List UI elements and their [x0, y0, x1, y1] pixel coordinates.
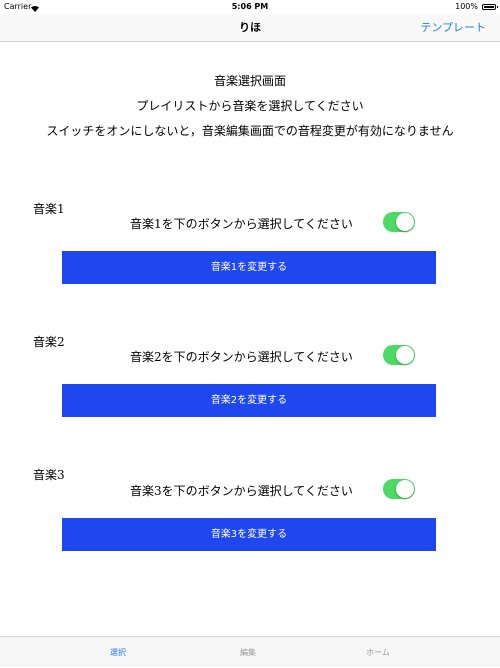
battery-percentage: 100%	[455, 2, 478, 11]
navigation-bar: りほ テンプレート	[0, 14, 500, 42]
music-1-label: 音楽1	[33, 202, 65, 216]
switch-knob	[396, 346, 414, 364]
switch-knob	[396, 480, 414, 498]
music-2-label: 音楽2	[33, 335, 65, 349]
music-3-label: 音楽3	[33, 468, 65, 482]
music-2-switch[interactable]	[383, 345, 415, 365]
switch-knob	[396, 213, 414, 231]
tab-bar: 選択 編集 ホーム	[0, 636, 500, 667]
change-music-3-button[interactable]: 音楽3を変更する	[62, 518, 436, 551]
music-2-instruction: 音楽2を下のボタンから選択してください	[130, 350, 353, 364]
status-bar: Carrier 5:06 PM 100%	[0, 0, 500, 14]
battery-icon	[482, 4, 498, 10]
change-music-1-button[interactable]: 音楽1を変更する	[62, 251, 436, 284]
status-time: 5:06 PM	[231, 2, 269, 11]
screen-heading: 音楽選択画面	[213, 74, 286, 88]
tab-select[interactable]: 選択	[58, 637, 178, 668]
tab-edit[interactable]: 編集	[188, 637, 308, 668]
playlist-instruction: プレイリストから音楽を選択してください	[136, 99, 364, 113]
music-1-instruction: 音楽1を下のボタンから選択してください	[130, 217, 353, 231]
change-music-2-button[interactable]: 音楽2を変更する	[62, 384, 436, 417]
music-1-switch[interactable]	[383, 212, 415, 232]
music-3-switch[interactable]	[383, 479, 415, 499]
template-button[interactable]: テンプレート	[420, 14, 486, 42]
switch-note: スイッチをオンにしないと，音楽編集画面での音程変更が有効になりません	[46, 124, 454, 138]
tab-home[interactable]: ホーム	[318, 637, 438, 668]
music-3-instruction: 音楽3を下のボタンから選択してください	[130, 484, 353, 498]
